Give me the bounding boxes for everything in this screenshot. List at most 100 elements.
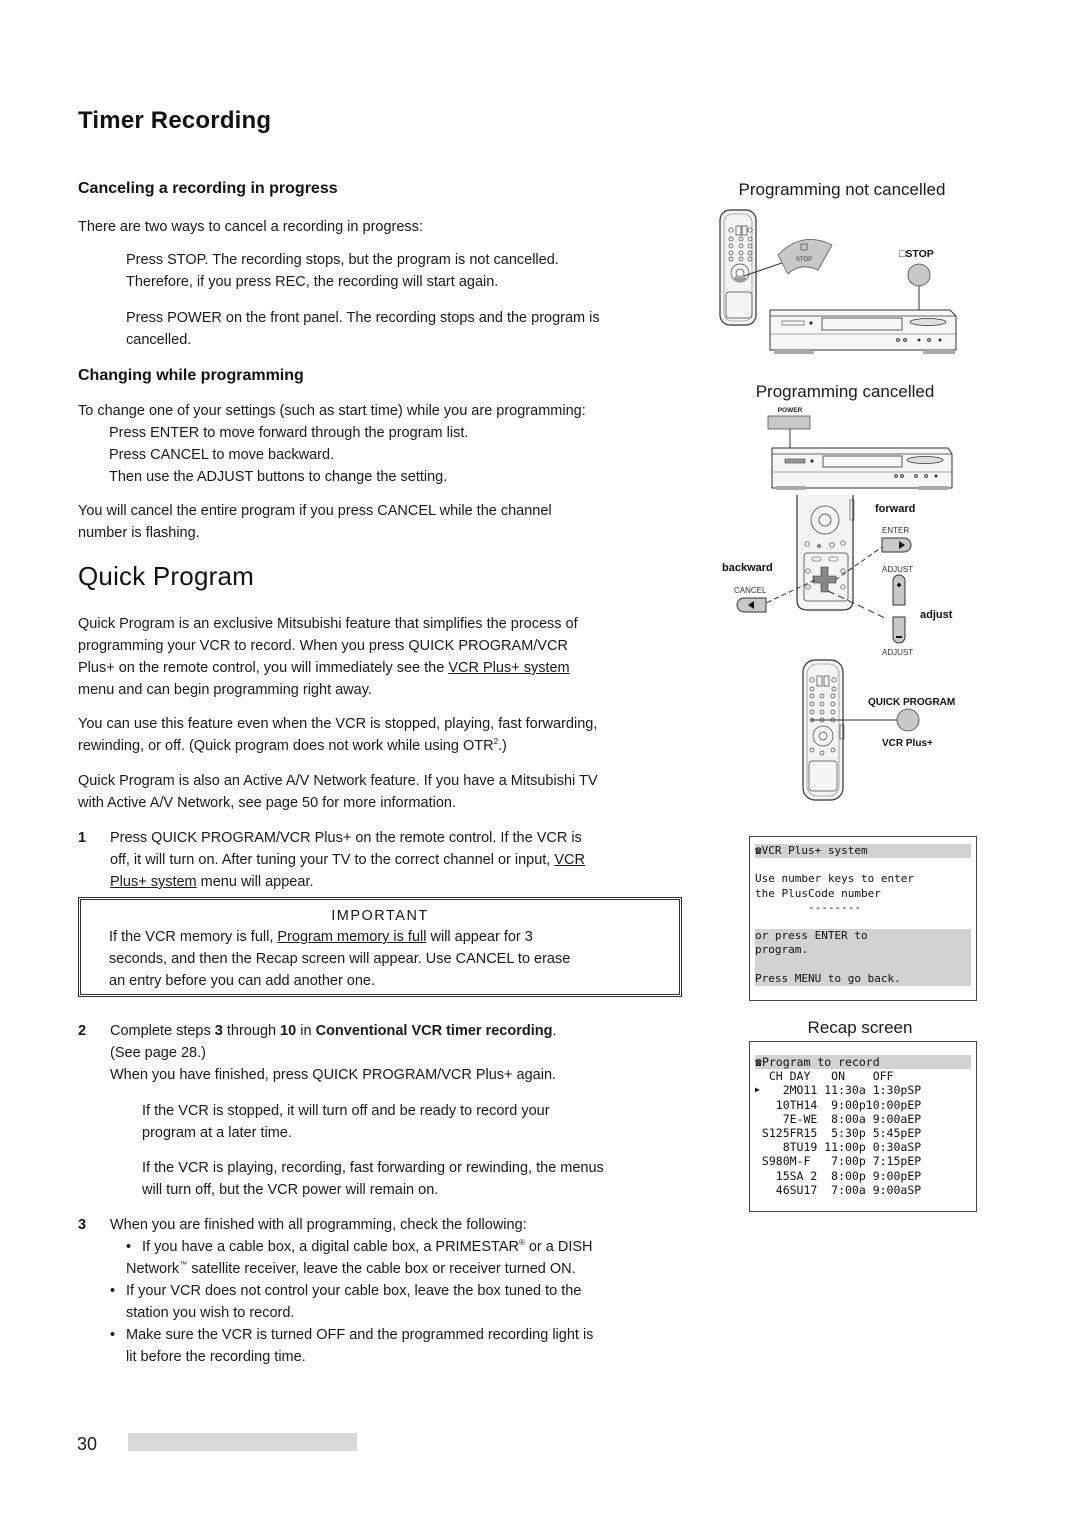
quick-program-label: QUICK PROGRAM (868, 697, 955, 708)
osd-line: program. (755, 943, 808, 957)
program-memory-full-message: Program memory is full (277, 929, 427, 945)
forward-label: forward (875, 503, 915, 515)
step-2-to: 10 (280, 1023, 297, 1039)
adjust-label: adjust (920, 609, 953, 621)
recap-row: 8TU19 11:00p 0:30aSP (755, 1140, 922, 1155)
important-line2: seconds, and then the Recap screen will … (109, 951, 571, 967)
power-label: POWER (778, 407, 803, 414)
important-notice: IMPORTANT If the VCR memory is full, Pro… (78, 897, 682, 997)
step-2-note-a-line2: program at a later time. (142, 1125, 292, 1141)
step-2-note-b-line2: will turn off, but the VCR power will re… (142, 1182, 439, 1198)
power-button-icon (767, 415, 811, 430)
stop-button-icon (907, 263, 931, 287)
vcr-plus-osd-screen: ☎VCR Plus+ system Use number keys to ent… (749, 836, 977, 1001)
qp-p2-line2: rewinding, or off. (Quick program does n… (78, 735, 507, 757)
step-1-line3: Plus+ system menu will appear. (110, 871, 314, 893)
important-heading: IMPORTANT (331, 908, 429, 924)
osd-line: the PlusCode number (755, 886, 881, 900)
recap-row: S980M-F 7:00p 7:15pEP (755, 1154, 922, 1169)
qp-p1-line1: Quick Program is an exclusive Mitsubishi… (78, 616, 578, 632)
recap-row: 15SA 2 8:00p 9:00pEP (755, 1168, 922, 1183)
bullet-item: • Make sure the VCR is turned OFF and th… (110, 1324, 594, 1368)
backward-label: backward (722, 562, 773, 574)
bullet-1-text: or a DISH (524, 1239, 593, 1255)
vcr-plus-label: VCR Plus+ (882, 738, 933, 749)
navigation-illustration: forward ENTER backward CANCEL ADJUST adj… (722, 495, 953, 657)
changing-note-line1: You will cancel the entire program if yo… (78, 503, 552, 519)
stop-illustration: STOP □STOP (719, 209, 957, 354)
canceling-way1-line2: Therefore, if you press REC, the recordi… (126, 274, 499, 290)
stop-callout-label: STOP (796, 257, 812, 263)
vcr-plus-system-reference: Plus+ system (110, 874, 197, 890)
changing-note-line2: number is flashing. (78, 525, 200, 541)
quick-program-illustration: QUICK PROGRAM VCR Plus+ (802, 659, 955, 801)
qp-p1-line2: programming your VCR to record. When you… (78, 638, 568, 654)
bullet-1-line1: If you have a cable box, a digital cable… (142, 1236, 593, 1258)
osd-title: Program to record (761, 1055, 880, 1069)
vcr-plus-system-reference: VCR Plus+ system (448, 660, 570, 676)
adjust-up-button-icon (892, 574, 906, 606)
bullet-1-line2-text: Network™ satellite receiver, leave the c… (126, 1258, 576, 1280)
enter-label: ENTER (882, 526, 909, 535)
remote-control-icon (796, 495, 855, 611)
osd-spacer (755, 915, 976, 929)
step-2-note-b-line1: If the VCR is playing, recording, fast f… (142, 1160, 604, 1176)
adjust-label-top: ADJUST (882, 565, 913, 574)
quick-program-button-icon (896, 708, 920, 732)
canceling-way2-line2: cancelled. (126, 332, 192, 348)
canceling-way1-line1: Press STOP. The recording stops, but the… (126, 252, 559, 268)
bullet-glyph: • (110, 1283, 116, 1299)
recap-row: ▶ 2MO11 11:30a 1:30pSP (755, 1083, 976, 1097)
step-3-line1: When you are finished with all programmi… (110, 1217, 527, 1233)
bullet-1-text: satellite receiver, leave the cable box … (187, 1261, 576, 1277)
qp-p3-line2: with Active A/V Network, see page 50 for… (78, 795, 456, 811)
changing-line4: Then use the ADJUST buttons to change th… (109, 469, 448, 485)
osd-info-bar: or press ENTER to program. Press MENU to… (755, 929, 971, 986)
osd-title: VCR Plus+ system (761, 844, 868, 857)
osd-spacer (755, 858, 976, 872)
phone-icon: ☎ (755, 1055, 762, 1069)
changing-line3: Press CANCEL to move backward. (109, 447, 335, 463)
step-2-text: Complete steps (110, 1023, 215, 1039)
step-2-text: in (296, 1023, 316, 1039)
qp-p3-line1: Quick Program is also an Active A/V Netw… (78, 773, 598, 789)
pluscode-entry-field: -------- (755, 900, 861, 914)
recap-row: 7E-WE 8:00a 9:00aEP (755, 1111, 922, 1126)
osd-title-bar: ☎Program to record (755, 1055, 971, 1070)
important-line1: If the VCR memory is full, Program memor… (109, 926, 659, 948)
step-2-text: through (222, 1023, 281, 1039)
osd-line: or press ENTER to (755, 929, 868, 943)
bullet-3-line2: lit before the recording time. (126, 1349, 306, 1365)
recap-osd-screen: ☎Program to record CH DAY ON OFF ▶ 2MO11… (749, 1041, 977, 1212)
recap-row: 46SU17 7:00a 9:00aSP (755, 1182, 922, 1197)
recap-column-header: CH DAY ON OFF (755, 1069, 894, 1084)
trademark: ™ (179, 1260, 188, 1270)
phone-icon: ☎ (755, 844, 762, 857)
step-2-line1: Complete steps 3 through 10 in Conventio… (110, 1020, 557, 1042)
changing-heading: Changing while programming (78, 367, 304, 384)
step-3-number: 3 (78, 1217, 87, 1233)
important-body: If the VCR memory is full, Program memor… (81, 926, 679, 992)
not-cancelled-caption: Programming not cancelled (738, 180, 946, 199)
step-1-line2: off, it will turn on. After tuning your … (110, 849, 585, 871)
footer-bar (128, 1433, 357, 1451)
step-2-line2: (See page 28.) (110, 1045, 206, 1061)
stop-panel-label: □STOP (899, 248, 934, 260)
page-number: 30 (77, 1434, 98, 1454)
vcr-unit-icon (771, 447, 953, 490)
recap-row: S125FR15 5:30p 5:45pEP (755, 1125, 922, 1140)
step-2-line3: When you have finished, press QUICK PROG… (110, 1067, 557, 1083)
bullet-2-line2: station you wish to record. (126, 1305, 295, 1321)
cancel-label: CANCEL (734, 586, 767, 595)
bullet-3-line1: Make sure the VCR is turned OFF and the … (126, 1327, 594, 1343)
step-2-from: 3 (214, 1023, 223, 1039)
osd-title-bar: ☎VCR Plus+ system (755, 844, 971, 859)
important-line1-text: If the VCR memory is full, (109, 929, 278, 945)
step-2-note-a-line1: If the VCR is stopped, it will turn off … (142, 1103, 550, 1119)
power-illustration: POWER (767, 407, 953, 490)
bullet-item: • If your VCR does not control your cabl… (110, 1280, 581, 1324)
qp-p1-line3-text: Plus+ on the remote control, you will im… (78, 660, 449, 676)
vcr-unit-icon (769, 309, 957, 354)
changing-line2: Press ENTER to move forward through the … (109, 425, 469, 441)
qp-p2-line2-text: rewinding, or off. (Quick program does n… (78, 738, 494, 754)
